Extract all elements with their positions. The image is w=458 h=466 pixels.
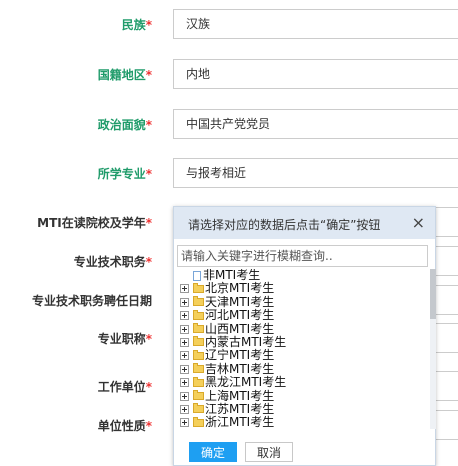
tree-item[interactable]: 辽宁MTI考生	[177, 349, 424, 362]
expand-icon[interactable]	[180, 311, 189, 321]
tree-item-label: 天津MTI考生	[205, 294, 275, 309]
title-label-text: 专业职称	[97, 332, 146, 346]
required-mark: *	[145, 18, 152, 32]
folder-icon	[193, 282, 204, 293]
ethnicity-label: 民族*	[80, 16, 152, 33]
mti-school-label-text: MTI在读院校及学年	[37, 216, 146, 230]
expand-icon[interactable]	[180, 297, 189, 307]
tree-list: 非MTI考生 北京MTI考生 天津MTI考生 河北MTI考生 山西MTI考生 内…	[177, 269, 424, 429]
expand-icon[interactable]	[180, 378, 189, 388]
tech-post-date-label: 专业技术职务聘任日期	[0, 292, 152, 309]
tree-item[interactable]: 天津MTI考生	[177, 294, 424, 309]
tree-item-label: 江苏MTI考生	[205, 401, 275, 416]
folder-icon	[193, 363, 204, 374]
tree-item[interactable]: 浙江MTI考生	[177, 416, 424, 429]
confirm-button[interactable]: 确定	[189, 442, 237, 462]
tree-item[interactable]: 非MTI考生	[177, 269, 424, 282]
tree-item[interactable]: 河北MTI考生	[177, 308, 424, 323]
folder-icon	[193, 349, 204, 360]
major-label: 所学专业*	[80, 165, 152, 182]
unit-type-label-text: 单位性质	[97, 419, 146, 433]
work-unit-label: 工作单位*	[60, 378, 152, 395]
expand-icon[interactable]	[180, 337, 189, 347]
required-mark: *	[145, 380, 152, 394]
folder-icon	[193, 403, 204, 414]
political-field[interactable]: 中国共产党党员	[173, 109, 458, 139]
political-label-text: 政治面貌	[97, 118, 146, 132]
select-dialog: 请选择对应的数据后点击“确定”按钮 × 请输入关键字进行模糊查询.. 非MTI考…	[173, 206, 436, 466]
search-input[interactable]: 请输入关键字进行模糊查询..	[177, 245, 428, 267]
tree-item-label: 北京MTI考生	[205, 281, 275, 296]
dialog-title: 请选择对应的数据后点击“确定”按钮	[188, 218, 381, 232]
expand-icon[interactable]	[180, 351, 189, 361]
required-mark: *	[145, 332, 152, 346]
tree-item-label: 上海MTI考生	[205, 388, 275, 403]
unit-type-label: 单位性质*	[60, 417, 152, 434]
tree-item-label: 山西MTI考生	[205, 321, 275, 336]
required-mark: *	[145, 255, 152, 269]
expand-icon[interactable]	[180, 391, 189, 401]
work-unit-label-text: 工作单位	[97, 380, 146, 394]
nationality-label: 国籍地区*	[80, 66, 152, 83]
expand-icon[interactable]	[180, 284, 189, 294]
major-label-text: 所学专业	[97, 167, 146, 181]
mti-school-label: MTI在读院校及学年*	[20, 214, 152, 231]
dialog-header: 请选择对应的数据后点击“确定”按钮 ×	[174, 207, 435, 239]
major-field[interactable]: 与报考相近	[173, 158, 458, 188]
tree-item[interactable]: 上海MTI考生	[177, 388, 424, 403]
cancel-button[interactable]: 取消	[245, 442, 293, 462]
required-mark: *	[145, 118, 152, 132]
folder-icon	[193, 336, 204, 347]
folder-icon	[193, 296, 204, 307]
tree-item-label: 吉林MTI考生	[205, 361, 275, 376]
expand-icon[interactable]	[180, 324, 189, 334]
required-mark: *	[145, 167, 152, 181]
tree-item-label: 黑龙江MTI考生	[205, 375, 287, 390]
close-icon[interactable]: ×	[412, 213, 425, 232]
ethnicity-field[interactable]: 汉族	[173, 9, 458, 39]
ethnicity-label-text: 民族	[121, 18, 146, 32]
tree-item-label: 辽宁MTI考生	[205, 348, 275, 363]
expand-icon[interactable]	[180, 364, 189, 374]
scrollbar-thumb[interactable]	[430, 269, 436, 319]
tree-item[interactable]: 江苏MTI考生	[177, 401, 424, 416]
tech-post-date-label-text: 专业技术职务聘任日期	[31, 294, 152, 308]
nationality-field[interactable]: 内地	[173, 59, 458, 89]
political-label: 政治面貌*	[80, 116, 152, 133]
tech-post-label: 专业技术职务*	[40, 253, 152, 270]
tree-item[interactable]: 北京MTI考生	[177, 282, 424, 295]
folder-icon	[193, 416, 204, 427]
folder-icon	[193, 309, 204, 320]
folder-icon	[193, 323, 204, 334]
title-label: 专业职称*	[60, 330, 152, 347]
folder-icon	[193, 376, 204, 387]
expand-icon[interactable]	[180, 418, 189, 428]
tree-item-label: 河北MTI考生	[205, 308, 275, 323]
tree-item[interactable]: 山西MTI考生	[177, 321, 424, 336]
folder-icon	[193, 390, 204, 401]
expand-icon[interactable]	[180, 404, 189, 414]
nationality-label-text: 国籍地区	[97, 68, 146, 82]
tree-item[interactable]: 黑龙江MTI考生	[177, 375, 424, 390]
tree-item-label: 内蒙古MTI考生	[205, 334, 287, 349]
tree-item[interactable]: 吉林MTI考生	[177, 361, 424, 376]
required-mark: *	[145, 216, 152, 230]
tree-item-label: 浙江MTI考生	[205, 415, 275, 429]
required-mark: *	[145, 68, 152, 82]
tech-post-label-text: 专业技术职务	[73, 255, 146, 269]
file-icon	[193, 270, 201, 281]
required-mark: *	[145, 419, 152, 433]
tree-item-label: 非MTI考生	[203, 269, 261, 282]
